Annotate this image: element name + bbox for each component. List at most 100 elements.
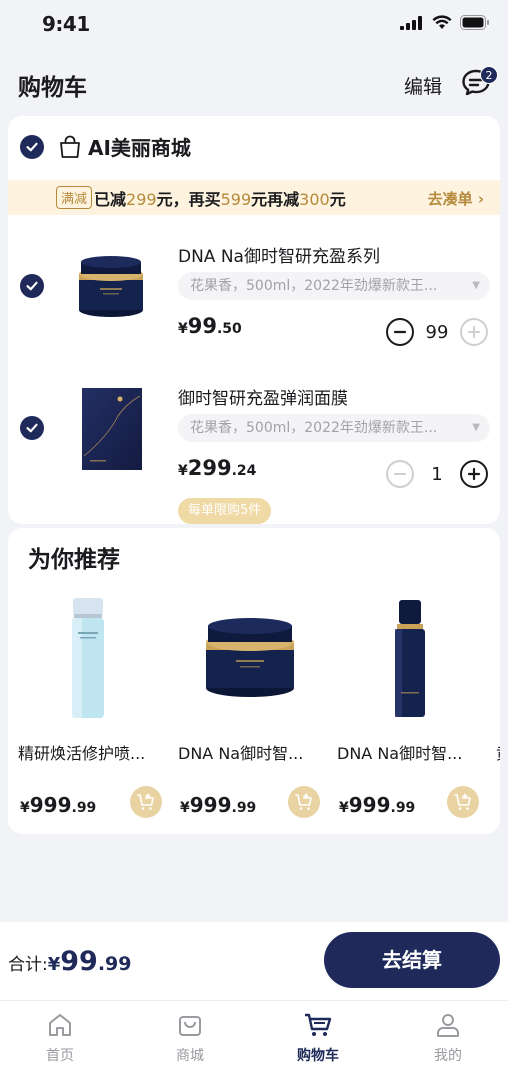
item-price: ¥299.24	[178, 456, 256, 480]
recommend-item-name: 精研焕活修护喷...	[18, 744, 146, 763]
total-decimal: .99	[97, 953, 132, 975]
product-image-cream-jar	[206, 618, 294, 697]
recommend-item-partial[interactable]: 黄	[496, 592, 500, 822]
decrease-quantity-button[interactable]	[386, 318, 414, 346]
price-currency: ¥	[339, 800, 349, 816]
status-icons	[400, 15, 490, 30]
tab-profile[interactable]: 我的	[398, 1011, 498, 1071]
cart-item: DNA Na御时智研充盈系列 花果香，500ml，2022年劲爆新款王... ▼…	[8, 226, 500, 366]
item-spec-text: 花果香，500ml，2022年劲爆新款王...	[190, 278, 438, 294]
price-decimal: .99	[71, 800, 97, 816]
recommend-item-price: ¥999.99	[180, 793, 256, 817]
promo-text: 已减299元，再买599元再减300元	[94, 186, 346, 210]
recommend-item[interactable]: 精研焕活修护喷... ¥999.99	[18, 592, 168, 822]
tab-label: 首页	[46, 1048, 74, 1064]
checkmark-icon	[26, 423, 38, 433]
price-currency: ¥	[180, 800, 190, 816]
tab-shop[interactable]: 商城	[140, 1011, 240, 1071]
quantity-value[interactable]: 99	[424, 322, 450, 343]
add-to-cart-button[interactable]	[130, 786, 162, 818]
quantity-value[interactable]: 1	[424, 464, 450, 485]
edit-button[interactable]: 编辑	[404, 72, 442, 99]
tab-label: 购物车	[297, 1048, 339, 1064]
item-title[interactable]: 御时智研充盈弹润面膜	[178, 384, 348, 409]
item-select-checkbox[interactable]	[20, 416, 44, 440]
product-image-serum-bottle	[395, 600, 425, 717]
recommendations-title: 为你推荐	[28, 547, 120, 573]
shop-bag-icon	[179, 1016, 201, 1036]
recommend-item[interactable]: DNA Na御时智... ¥999.99	[178, 592, 328, 822]
promo-text-mid1: 元，再买	[156, 189, 221, 209]
wifi-icon	[432, 15, 452, 29]
purchase-limit-badge: 每单限购5件	[178, 498, 272, 524]
price-integer: 999	[29, 793, 72, 817]
recommendations-list: 精研焕活修护喷... ¥999.99 DNA Na御时智... ¥999.99	[8, 592, 500, 832]
message-button[interactable]: 2	[460, 66, 498, 100]
status-bar: 9:41	[0, 0, 508, 50]
store-name: AI美丽商城	[88, 136, 191, 160]
add-to-cart-icon	[295, 793, 312, 810]
item-spec-selector[interactable]: 花果香，500ml，2022年劲爆新款王... ▼	[178, 414, 490, 442]
tab-home[interactable]: 首页	[10, 1011, 110, 1071]
price-decimal: .50	[216, 321, 242, 337]
shopping-bag-icon	[60, 135, 80, 158]
recommend-item-name: DNA Na御时智...	[337, 744, 463, 763]
price-integer: 99	[187, 314, 217, 338]
promo-amount-more: 599	[220, 189, 252, 209]
store-cart-card: AI美丽商城 满减 已减299元，再买599元再减300元 去凑单 › DNA …	[8, 116, 500, 524]
total-amount: 合计:¥99.99	[8, 946, 132, 977]
price-currency: ¥	[20, 800, 30, 816]
price-decimal: .99	[231, 800, 257, 816]
store-select-checkbox[interactable]	[20, 134, 44, 159]
signal-icon	[400, 15, 422, 30]
message-badge: 2	[480, 66, 498, 84]
recommend-item[interactable]: DNA Na御时智... ¥999.99	[337, 592, 487, 822]
price-integer: 299	[187, 456, 232, 480]
recommend-item-price: ¥999.99	[339, 793, 415, 817]
total-label: 合计:	[8, 955, 48, 975]
item-select-checkbox[interactable]	[20, 274, 44, 298]
checkmark-icon	[26, 142, 38, 151]
quantity-stepper: 1	[386, 460, 488, 488]
add-to-cart-icon	[454, 793, 471, 810]
tab-cart[interactable]: 购物车	[268, 1011, 368, 1071]
checkout-bar: 合计:¥99.99 去结算	[0, 922, 508, 1000]
quantity-stepper: 99	[386, 318, 488, 346]
item-spec-selector[interactable]: 花果香，500ml，2022年劲爆新款王... ▼	[178, 272, 490, 300]
dropdown-caret-icon: ▼	[472, 422, 480, 433]
cart-icon	[305, 1013, 332, 1036]
recommend-item-name: 黄	[496, 740, 500, 764]
promo-amount-reduced: 299	[126, 189, 157, 209]
store-row: AI美丽商城	[20, 132, 191, 161]
price-currency: ¥	[178, 463, 188, 479]
recommendations-section: 为你推荐 精研焕活修护喷... ¥999.99 DNA Na御时智... ¥99…	[8, 528, 500, 834]
add-to-cart-button[interactable]	[288, 786, 320, 818]
checkout-button[interactable]: 去结算	[324, 932, 500, 988]
promo-bar: 满减 已减299元，再买599元再减300元 去凑单 ›	[8, 180, 500, 215]
add-to-cart-button[interactable]	[447, 786, 479, 818]
status-time: 9:41	[42, 12, 90, 36]
checkmark-icon	[26, 281, 38, 291]
user-icon	[437, 1014, 459, 1037]
increase-quantity-button[interactable]	[460, 318, 488, 346]
product-image-mask-box[interactable]	[78, 386, 146, 472]
plus-icon	[467, 467, 481, 481]
bottom-tab-bar: 首页 商城 购物车 我的	[0, 1000, 508, 1090]
item-price: ¥99.50	[178, 314, 242, 338]
increase-quantity-button[interactable]	[460, 460, 488, 488]
product-image-cream-jar[interactable]	[70, 244, 152, 326]
tab-label: 商城	[176, 1048, 204, 1064]
add-more-link[interactable]: 去凑单 ›	[428, 188, 484, 209]
header: 购物车 编辑 2	[0, 60, 508, 110]
promo-tag: 满减	[56, 186, 93, 209]
price-integer: 999	[189, 793, 232, 817]
item-title[interactable]: DNA Na御时智研充盈系列	[178, 242, 380, 267]
promo-text-suffix: 元	[329, 189, 346, 209]
plus-icon	[468, 326, 480, 338]
decrease-quantity-button[interactable]	[386, 460, 414, 488]
add-to-cart-icon	[137, 793, 154, 810]
promo-text-mid2: 元再减	[251, 189, 300, 209]
product-image-spray-bottle	[72, 598, 104, 718]
price-currency: ¥	[178, 321, 188, 337]
home-icon	[49, 1014, 71, 1036]
